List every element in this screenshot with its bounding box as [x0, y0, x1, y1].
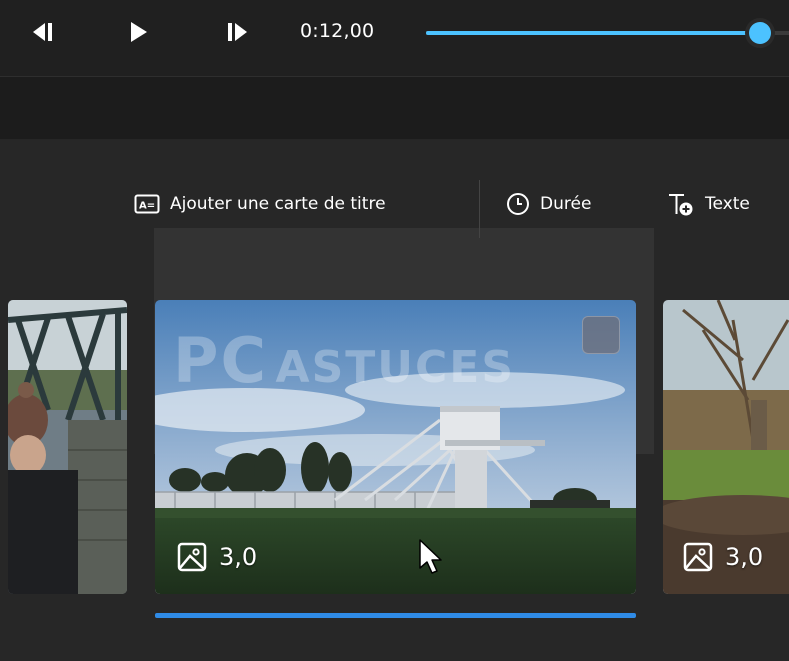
current-time: 0:12,00 [300, 20, 375, 42]
video-editor: 0:12,00 A= Ajouter une carte de titre Du… [0, 0, 789, 661]
clip-thumbnail-next[interactable]: 3,0 [663, 300, 789, 594]
selected-clip-indicator [155, 613, 636, 618]
clip-duration-value: 3,0 [725, 543, 764, 571]
add-title-card-label: Ajouter une carte de titre [170, 194, 386, 214]
clip-duration-value: 3,0 [219, 543, 258, 571]
step-forward-icon [228, 23, 247, 41]
playback-bar: 0:12,00 [0, 0, 789, 77]
step-back-icon [33, 23, 52, 41]
clip-duration: 3,0 [683, 542, 763, 572]
text-button[interactable]: Texte [667, 190, 750, 218]
play-button[interactable] [118, 14, 158, 50]
toolbar-divider [479, 180, 480, 238]
image-icon [177, 542, 207, 572]
duration-label: Durée [540, 194, 592, 214]
seek-handle[interactable] [748, 22, 771, 44]
image-icon [683, 542, 713, 572]
title-card-icon: A= [134, 194, 160, 214]
storyboard: A= Ajouter une carte de titre Durée Text… [0, 140, 789, 661]
clip-thumbnail-selected[interactable]: PC ASTUCES 3,0 [155, 300, 636, 594]
seek-slider[interactable] [426, 22, 789, 44]
watermark: PC ASTUCES [173, 324, 516, 397]
svg-text:A=: A= [139, 201, 155, 212]
play-icon [131, 22, 147, 42]
mouse-cursor-icon [419, 539, 442, 574]
bridge-child-photo [8, 300, 127, 594]
clip-thumbnail-previous[interactable] [8, 300, 127, 594]
add-title-card-button[interactable]: A= Ajouter une carte de titre [134, 190, 386, 218]
seek-progress [426, 31, 760, 35]
add-text-icon [667, 191, 695, 217]
timeline-band [0, 77, 789, 140]
next-frame-button[interactable] [216, 14, 256, 50]
clip-select-checkbox[interactable] [582, 316, 620, 354]
clip-duration: 3,0 [177, 542, 257, 572]
text-label: Texte [705, 194, 750, 214]
clock-icon [506, 192, 530, 216]
duration-button[interactable]: Durée [506, 190, 591, 218]
previous-frame-button[interactable] [24, 14, 64, 50]
